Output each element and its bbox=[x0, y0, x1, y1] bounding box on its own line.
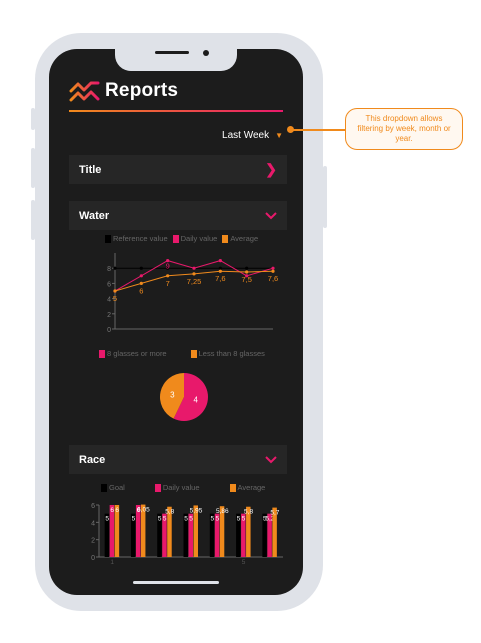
data-point bbox=[113, 289, 117, 293]
pie-label: 4 bbox=[193, 396, 198, 405]
data-point bbox=[139, 281, 143, 285]
legend-item: Reference value bbox=[105, 234, 168, 243]
data-label: 7,5 bbox=[241, 275, 251, 284]
legend-item: Daily value bbox=[154, 483, 200, 492]
data-point bbox=[245, 270, 249, 274]
race-bar-legend: Goal Daily value Average bbox=[101, 483, 270, 492]
legend-item: Daily value bbox=[172, 234, 217, 243]
data-point bbox=[139, 274, 143, 278]
data-point bbox=[166, 274, 170, 278]
bar-label: 5 bbox=[242, 516, 246, 523]
period-filter-dropdown[interactable]: Last Week ▼ bbox=[222, 130, 283, 141]
annotation-connector bbox=[290, 129, 346, 131]
bar-label: 6 bbox=[115, 507, 119, 514]
bar-label: 5 bbox=[210, 516, 214, 523]
section-water-label: Water bbox=[79, 209, 110, 222]
data-point bbox=[192, 272, 196, 276]
bar-label: 5,95 bbox=[190, 507, 203, 514]
section-title-header[interactable]: Title ❯ bbox=[69, 155, 287, 184]
y-tick-label: 2 bbox=[107, 312, 111, 319]
bar-label: 5,8 bbox=[165, 509, 174, 516]
legend-item: Less than 8 glasses bbox=[190, 349, 265, 358]
data-point bbox=[218, 266, 222, 270]
app-header: Reports bbox=[69, 79, 178, 103]
x-tick-label: 5 bbox=[242, 559, 246, 566]
section-water-header[interactable]: Water bbox=[69, 201, 287, 230]
period-filter-value: Last Week bbox=[222, 130, 270, 141]
bar-label: 6 bbox=[110, 507, 114, 514]
bar-label: 5 bbox=[237, 516, 241, 523]
water-line-chart: 02468567 7,25 7,6 7,5 7,69 bbox=[107, 253, 278, 334]
water-pie-legend: 8 glasses or more Less than 8 glasses bbox=[99, 349, 270, 358]
legend-item: Average bbox=[229, 483, 265, 492]
bar-label: 5,8 bbox=[244, 509, 253, 516]
phone-side-button bbox=[323, 166, 327, 228]
bar-label: 5 bbox=[163, 516, 167, 523]
data-point bbox=[139, 266, 143, 270]
y-tick-label: 8 bbox=[107, 266, 111, 273]
bar-label: 5 bbox=[132, 516, 136, 523]
bar-label: 5 bbox=[189, 516, 193, 523]
phone-side-button bbox=[31, 108, 35, 130]
bar-label: 5,7 bbox=[270, 510, 279, 517]
y-tick-label: 6 bbox=[107, 281, 111, 288]
data-point bbox=[271, 266, 275, 270]
water-line-legend: Reference value Daily value Average bbox=[105, 234, 263, 243]
data-label: 7 bbox=[166, 279, 170, 288]
legend-item: Goal bbox=[101, 483, 125, 492]
phone-side-button bbox=[31, 200, 35, 240]
camera bbox=[203, 50, 209, 56]
header-divider bbox=[69, 110, 283, 112]
data-point bbox=[218, 269, 222, 273]
bar-label: 5 bbox=[184, 516, 188, 523]
y-tick-label: 2 bbox=[91, 538, 95, 545]
data-point bbox=[192, 266, 196, 270]
data-point bbox=[271, 269, 275, 273]
bar-label: 5,86 bbox=[216, 508, 229, 515]
data-point bbox=[113, 266, 117, 270]
data-label: 6 bbox=[139, 286, 143, 295]
annotation-callout: This dropdown allows filtering by week, … bbox=[345, 108, 463, 150]
data-label: 7,6 bbox=[268, 274, 278, 283]
y-tick-label: 4 bbox=[107, 297, 111, 304]
phone-screen: Reports Last Week ▼ Title ❯ Water Refere… bbox=[49, 49, 303, 595]
data-point bbox=[245, 266, 249, 270]
race-bar-chart: 024656 61566,055 55,85 55,955 55,865 55,8555,… bbox=[91, 503, 283, 566]
home-indicator bbox=[133, 581, 219, 584]
y-tick-label: 0 bbox=[107, 327, 111, 334]
water-pie-chart: 43 bbox=[160, 373, 208, 421]
phone-frame: Reports Last Week ▼ Title ❯ Water Refere… bbox=[35, 33, 323, 611]
phone-side-button bbox=[31, 148, 35, 188]
data-label: 5 bbox=[113, 294, 117, 303]
bar-label: 5 bbox=[158, 516, 162, 523]
section-race-label: Race bbox=[79, 453, 106, 466]
y-tick-label: 0 bbox=[91, 555, 95, 562]
section-race-header[interactable]: Race bbox=[69, 445, 287, 474]
legend-item: 8 glasses or more bbox=[99, 349, 167, 358]
data-label: 7,25 bbox=[187, 277, 202, 286]
chevron-down-icon bbox=[265, 211, 277, 219]
bar-label: 6,05 bbox=[137, 507, 150, 514]
y-tick-label: 4 bbox=[91, 520, 95, 527]
bar-label: 5 bbox=[215, 516, 219, 523]
data-point bbox=[218, 259, 222, 263]
x-tick-label: 1 bbox=[110, 559, 114, 566]
speaker bbox=[155, 51, 189, 54]
chevron-right-icon: ❯ bbox=[265, 161, 277, 177]
y-tick-label: 6 bbox=[91, 503, 95, 510]
caret-down-icon: ▼ bbox=[275, 131, 283, 140]
bar-label: 5 bbox=[105, 516, 109, 523]
section-title-label: Title bbox=[79, 163, 102, 176]
chart-trend-logo-icon bbox=[69, 81, 100, 102]
data-label: 9 bbox=[166, 262, 170, 271]
data-label: 7,6 bbox=[215, 274, 225, 283]
chevron-down-icon bbox=[265, 455, 277, 463]
phone-notch bbox=[115, 49, 237, 71]
page-title: Reports bbox=[105, 80, 179, 101]
pie-label: 3 bbox=[170, 390, 175, 399]
legend-item: Average bbox=[222, 234, 258, 243]
